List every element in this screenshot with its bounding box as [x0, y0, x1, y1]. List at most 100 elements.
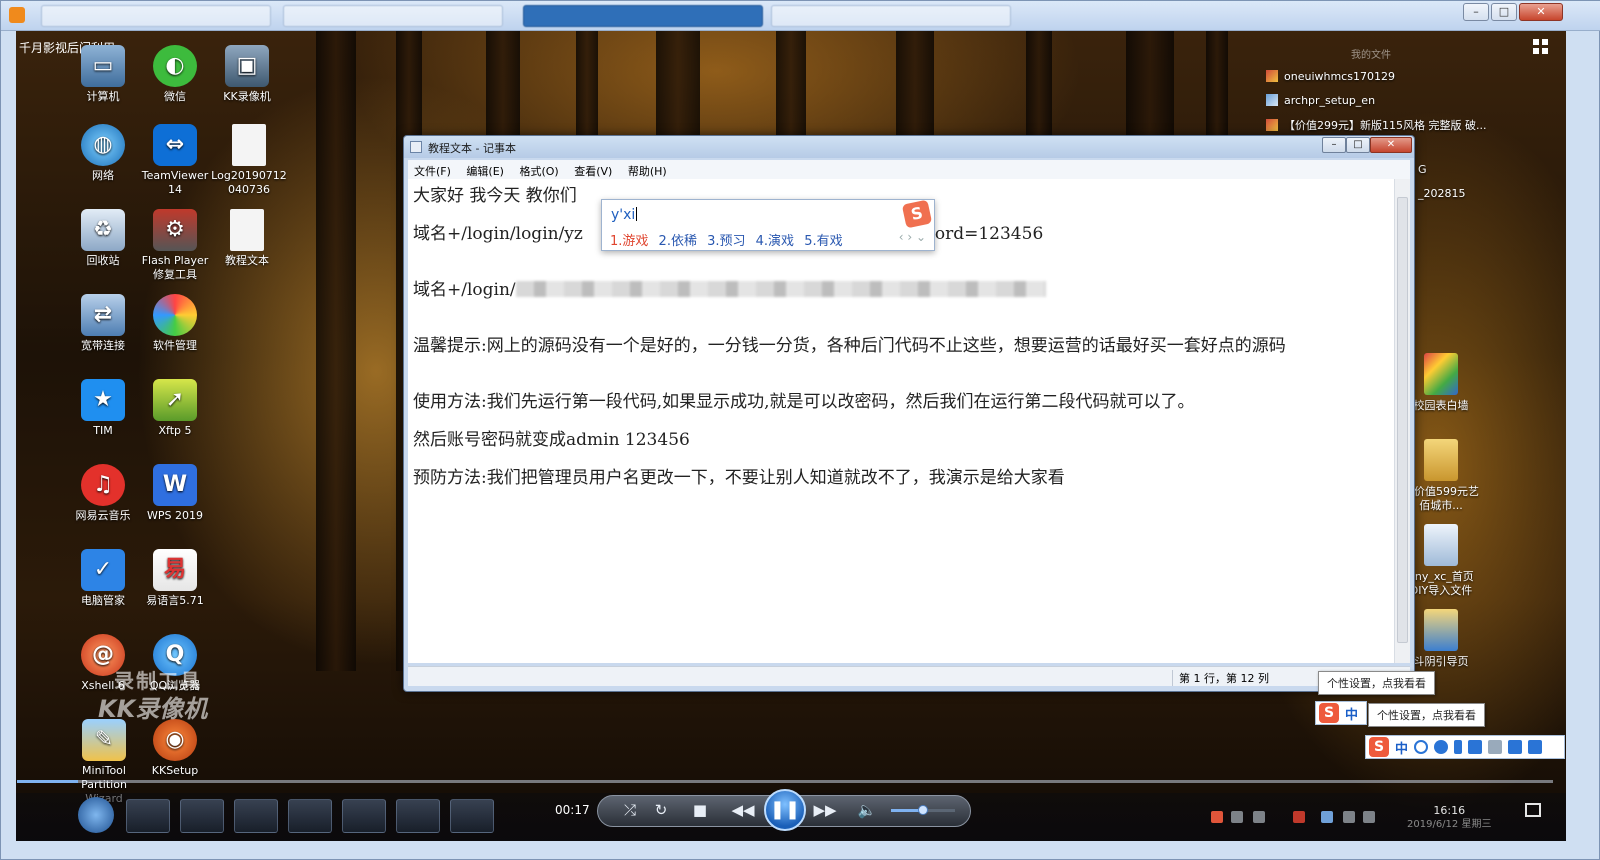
- microphone-icon[interactable]: [1454, 740, 1463, 754]
- start-button-icon[interactable]: [78, 797, 114, 833]
- volume-knob[interactable]: [918, 805, 928, 815]
- installer-icon: [1266, 94, 1278, 106]
- ime-candidate[interactable]: 1.游戏: [610, 230, 648, 249]
- partial-label-1: G: [1418, 163, 1427, 176]
- notepad-titlebar[interactable]: 教程文本 - 记事本 – □ ✕: [404, 136, 1414, 158]
- desktop-icon-yiyuyan[interactable]: 易 易语言5.71: [137, 549, 213, 608]
- text-file-icon: [232, 124, 266, 166]
- tim-icon: ★: [81, 379, 125, 421]
- taskbar-app-6[interactable]: [396, 799, 440, 833]
- desktop-icon-log-file[interactable]: Log20190712040736: [209, 124, 289, 197]
- file-item-1[interactable]: oneuiwhmcs170129: [1266, 70, 1395, 83]
- fullscreen-icon[interactable]: [1525, 803, 1541, 817]
- desktop-icon-wechat[interactable]: ◐ 微信: [137, 45, 213, 104]
- taskbar-browser[interactable]: [342, 799, 386, 833]
- taskbar-qq-browser[interactable]: [180, 799, 224, 833]
- close-button[interactable]: ✕: [1519, 3, 1563, 21]
- scrollbar-thumb[interactable]: [1397, 197, 1408, 643]
- taskbar-kk-recorder[interactable]: [450, 799, 494, 833]
- notepad-maximize-button[interactable]: □: [1346, 137, 1370, 153]
- menu-file[interactable]: 文件(F): [408, 160, 457, 179]
- file-item-3[interactable]: 【价值299元】新版115风格 完整版 破...: [1266, 117, 1486, 133]
- taskbar-netease-music[interactable]: [126, 799, 170, 833]
- desktop-icon-kk-recorder[interactable]: ▣ KK录像机: [209, 45, 285, 104]
- text-line-result: 然后账号密码就变成admin 123456: [413, 430, 690, 450]
- desktop-icon-recycle-bin[interactable]: ♻ 回收站: [65, 209, 141, 268]
- notepad-icon: [410, 141, 422, 153]
- recycle-bin-icon: ♻: [81, 209, 125, 251]
- menu-help[interactable]: 帮助(H): [622, 160, 673, 179]
- desktop-icon-flash-repair[interactable]: ⚙ Flash Player 修复工具: [137, 209, 213, 282]
- xftp-icon: ➚: [153, 379, 197, 421]
- tray-icon[interactable]: [1293, 811, 1305, 823]
- file-item-2[interactable]: archpr_setup_en: [1266, 94, 1375, 107]
- browser-tab-4[interactable]: [771, 5, 1011, 27]
- ime-candidate[interactable]: 2.依稀: [659, 230, 697, 249]
- redacted-text: [515, 281, 1046, 297]
- menu-view[interactable]: 查看(V): [568, 160, 618, 179]
- notepad-scrollbar[interactable]: [1394, 179, 1410, 663]
- tray-icon[interactable]: [1253, 811, 1265, 823]
- desktop-icon-teamviewer[interactable]: ⇔ TeamViewer 14: [137, 124, 213, 197]
- browser-tab-1[interactable]: [41, 5, 271, 27]
- keyboard-icon[interactable]: [1468, 740, 1483, 754]
- document-icon: [1424, 524, 1458, 566]
- user-icon[interactable]: [1488, 740, 1503, 754]
- desktop-icon-tim[interactable]: ★ TIM: [65, 379, 141, 438]
- text-file-icon: [230, 209, 264, 251]
- desktop-icon-pc-manager[interactable]: ✓ 电脑管家: [65, 549, 141, 608]
- ime-mode-indicator[interactable]: 中: [1345, 704, 1358, 723]
- desktop-icon-tutorial-text[interactable]: 教程文本: [209, 209, 285, 268]
- desktop-icon-xftp[interactable]: ➚ Xftp 5: [137, 379, 213, 438]
- partial-label-2: _202815: [1418, 187, 1466, 200]
- notepad-minimize-button[interactable]: –: [1322, 137, 1346, 153]
- taskbar-explorer[interactable]: [288, 799, 332, 833]
- browser-tab-2[interactable]: [283, 5, 503, 27]
- stop-icon[interactable]: ■: [687, 801, 713, 819]
- grid-view-icon[interactable]: [1533, 39, 1549, 55]
- minimize-button[interactable]: –: [1463, 3, 1489, 21]
- emoji-icon[interactable]: [1434, 740, 1449, 754]
- yiyuyan-icon: 易: [153, 549, 197, 591]
- text-line-3: 域名+/login/: [413, 275, 1046, 300]
- shuffle-icon[interactable]: ⤮: [617, 801, 643, 819]
- tray-icon[interactable]: [1231, 811, 1243, 823]
- pause-button[interactable]: ❚❚: [764, 789, 806, 831]
- desktop-icon-software-manager[interactable]: 软件管理: [137, 294, 213, 353]
- maximize-button[interactable]: □: [1491, 3, 1517, 21]
- system-clock[interactable]: 16:16 2019/6/12 星期三: [1407, 804, 1491, 832]
- network-tray-icon[interactable]: [1343, 811, 1355, 823]
- notepad-close-button[interactable]: ✕: [1370, 137, 1412, 153]
- ime-candidate[interactable]: 5.有戏: [804, 230, 842, 249]
- desktop-icon-netease-music[interactable]: ♫ 网易云音乐: [65, 464, 141, 523]
- ime-candidate[interactable]: 3.预习: [707, 230, 745, 249]
- repeat-icon[interactable]: ↻: [648, 801, 674, 819]
- sogou-toolbar-small[interactable]: S 中: [1315, 701, 1367, 725]
- sogou-toolbar[interactable]: S 中: [1365, 735, 1565, 759]
- sogou-tray-icon[interactable]: [1211, 811, 1223, 823]
- player-titlebar: – □ ✕: [1, 1, 1600, 31]
- fast-forward-icon[interactable]: ▶▶: [812, 801, 838, 819]
- punctuation-icon[interactable]: [1414, 740, 1429, 754]
- speaker-icon[interactable]: [1363, 811, 1375, 823]
- desktop-icon-kksetup[interactable]: ◉ KKSetup: [137, 719, 213, 778]
- ime-mode-indicator[interactable]: 中: [1395, 738, 1408, 757]
- volume-slider[interactable]: [891, 805, 955, 815]
- ime-page-nav[interactable]: ‹ › ⌄: [899, 230, 926, 244]
- volume-icon[interactable]: 🔈: [854, 801, 880, 819]
- menu-format[interactable]: 格式(O): [513, 160, 564, 179]
- taskbar-app-3[interactable]: [234, 799, 278, 833]
- notepad-text-area[interactable]: 大家好 我今天 教你们 域名+/login/login/yz ssword=123…: [408, 179, 1394, 663]
- desktop-icon-computer[interactable]: ▭ 计算机: [65, 45, 141, 104]
- desktop-icon-wps[interactable]: W WPS 2019: [137, 464, 213, 523]
- desktop-icon-broadband[interactable]: ⇄ 宽带连接: [65, 294, 141, 353]
- toolbox-icon[interactable]: [1528, 740, 1543, 754]
- menu-edit[interactable]: 编辑(E): [460, 160, 510, 179]
- desktop-icon-network[interactable]: ◍ 网络: [65, 124, 141, 183]
- ime-candidate[interactable]: 4.演戏: [756, 230, 794, 249]
- seek-bar[interactable]: [17, 780, 1553, 783]
- skin-icon[interactable]: [1508, 740, 1523, 754]
- browser-tab-active[interactable]: [523, 5, 763, 27]
- rewind-icon[interactable]: ◀◀: [730, 801, 756, 819]
- shield-icon[interactable]: [1321, 811, 1333, 823]
